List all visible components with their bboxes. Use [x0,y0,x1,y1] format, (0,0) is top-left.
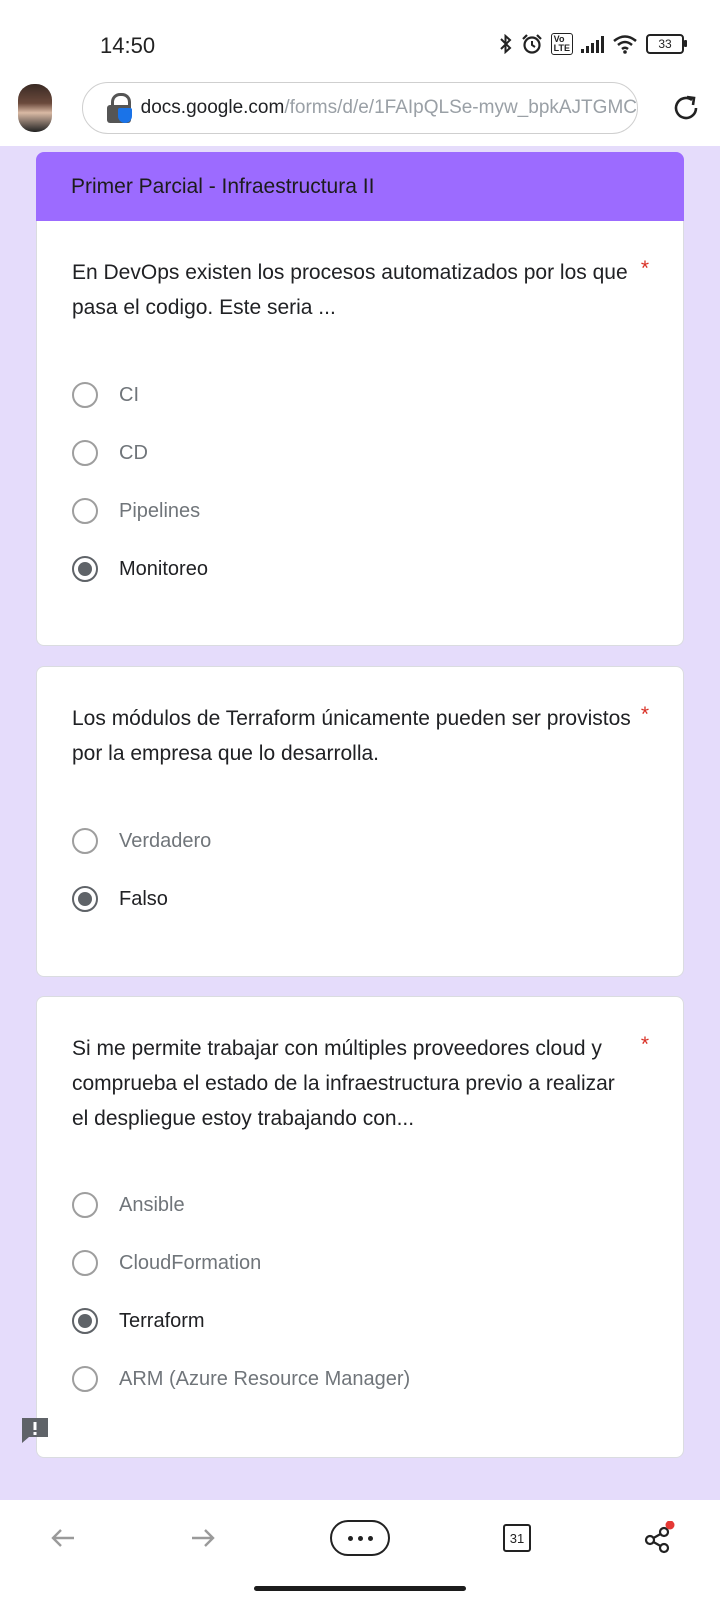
back-icon [51,1529,74,1547]
home-indicator[interactable] [254,1586,466,1591]
question-card-2: Los módulos de Terraform únicamente pued… [36,666,684,977]
url-text: docs.google.com/forms/d/e/1FAIpQLSe-myw_… [141,97,637,119]
back-button[interactable] [48,1518,78,1558]
browser-toolbar: docs.google.com/forms/d/e/1FAIpQLSe-myw_… [0,80,720,146]
tabs-icon: 31 [503,1524,531,1552]
option-label: Pipelines [119,499,201,522]
signal-icon [581,35,604,53]
radio-button[interactable] [72,498,98,524]
reload-icon[interactable] [670,92,702,124]
option-label: CloudFormation [119,1251,262,1274]
required-mark: * [640,703,649,726]
share-icon [644,1521,675,1554]
url-host: docs.google.com [140,97,285,118]
option-label: CD [119,441,148,464]
radio-button[interactable] [72,828,98,854]
radio-button[interactable] [72,1250,98,1276]
question-text: Si me permite trabajar con múltiples pro… [72,1037,615,1130]
option-cd[interactable]: CD [72,433,148,473]
form-header: Primer Parcial - Infraestructura II [36,152,684,221]
more-icon [330,1520,390,1556]
radio-button-selected[interactable] [72,886,98,912]
option-label: ARM (Azure Resource Manager) [119,1367,411,1390]
url-path: /forms/d/e/1FAIpQLSe-myw_bpkAJTGMC [284,97,637,118]
radio-button[interactable] [72,1366,98,1392]
option-terraform[interactable]: Terraform [72,1301,205,1341]
option-verdadero[interactable]: Verdadero [72,821,211,861]
forward-button[interactable] [188,1518,218,1558]
status-time: 14:50 [100,33,156,58]
menu-button[interactable] [330,1518,390,1558]
option-label: Verdadero [119,829,212,852]
form-title: Primer Parcial - Infraestructura II [71,175,375,198]
tabs-button[interactable]: 31 [502,1518,532,1558]
status-bar: 14:50 Vo LTE 33 [0,0,720,80]
browser-bottom-nav: 31 [0,1500,720,1600]
option-ci[interactable]: CI [72,375,139,415]
forward-icon [192,1529,215,1547]
option-label: Terraform [119,1309,205,1332]
option-label: CI [119,383,139,406]
question-card-1: En DevOps existen los procesos automatiz… [36,221,684,646]
required-mark: * [640,1033,649,1056]
bluetooth-icon [499,34,512,54]
option-label: Monitoreo [119,557,208,580]
status-icons: Vo LTE 33 [499,33,687,55]
radio-button-selected[interactable] [72,556,98,582]
required-mark: * [640,257,649,280]
share-button[interactable] [642,1518,676,1558]
option-arm[interactable]: ARM (Azure Resource Manager) [72,1359,410,1399]
report-icon[interactable] [20,1416,50,1444]
option-label: Falso [119,887,168,910]
lock-icon[interactable] [105,93,135,123]
radio-button[interactable] [72,440,98,466]
question-card-3: Si me permite trabajar con múltiples pro… [36,996,684,1458]
radio-button[interactable] [72,382,98,408]
option-monitoreo[interactable]: Monitoreo [72,549,208,589]
avatar[interactable] [18,84,52,132]
option-pipelines[interactable]: Pipelines [72,491,200,531]
option-ansible[interactable]: Ansible [72,1185,185,1225]
radio-button-selected[interactable] [72,1308,98,1334]
wifi-icon [613,35,637,54]
alarm-icon [521,34,542,54]
radio-button[interactable] [72,1192,98,1218]
url-bar[interactable]: docs.google.com/forms/d/e/1FAIpQLSe-myw_… [82,82,638,134]
question-text: En DevOps existen los procesos automatiz… [72,261,628,319]
battery-icon: 33 [646,34,687,54]
question-text: Los módulos de Terraform únicamente pued… [72,707,631,765]
option-cloudformation[interactable]: CloudFormation [72,1243,261,1283]
option-label: Ansible [119,1193,185,1216]
form-page: Primer Parcial - Infraestructura II En D… [0,146,720,1500]
option-falso[interactable]: Falso [72,879,168,919]
volte-icon: Vo LTE [550,33,573,55]
